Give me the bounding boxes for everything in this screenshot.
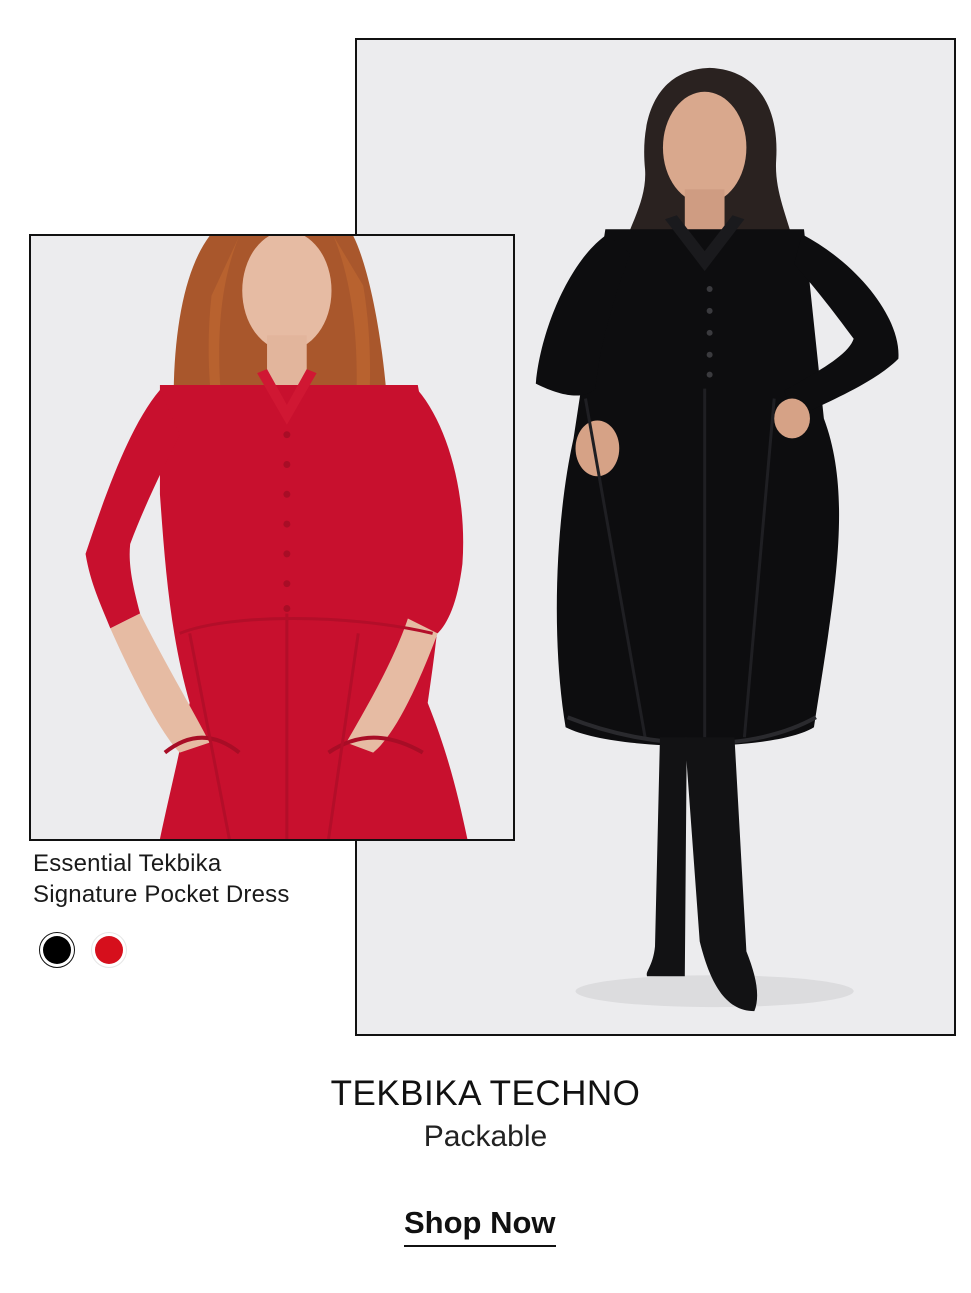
shop-now-link[interactable]: Shop Now	[404, 1205, 556, 1247]
product-name[interactable]: Essential Tekbika Signature Pocket Dress	[33, 848, 353, 910]
collection-subtitle: Packable	[423, 1120, 548, 1153]
collection-title: TEKBIKA TECHNO	[330, 1074, 641, 1113]
swatch-red[interactable]	[91, 932, 127, 968]
red-dress-model-photo[interactable]	[29, 234, 515, 841]
swatch-black-dot	[43, 936, 71, 964]
color-swatches	[39, 932, 127, 968]
swatch-red-dot	[95, 936, 123, 964]
product-name-line-1: Essential Tekbika	[33, 850, 222, 877]
product-name-line-2: Signature Pocket Dress	[33, 881, 290, 908]
red-dress-model-image	[31, 236, 513, 839]
swatch-black[interactable]	[39, 932, 75, 968]
